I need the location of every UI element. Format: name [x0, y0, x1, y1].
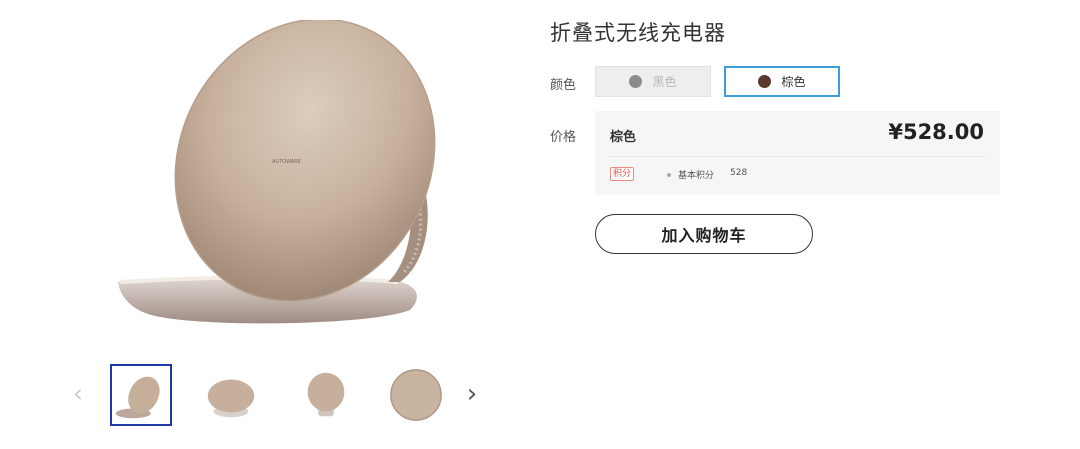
- pad-brand-text: AUTOWARE: [272, 159, 301, 165]
- price-panel: 棕色 ¥528.00 积分 基本积分 528: [595, 111, 1000, 195]
- divider: [610, 156, 985, 157]
- thumbnail-3[interactable]: [295, 364, 357, 426]
- price-value: ¥528.00: [888, 120, 984, 144]
- thumbnail-image: [115, 376, 160, 419]
- points-badge: 积分: [610, 167, 635, 181]
- color-label: 颜色: [550, 78, 577, 93]
- product-gallery: AUTOWARE ‹ ›: [0, 0, 540, 449]
- points-text: 基本积分: [678, 171, 715, 181]
- color-option-label: 黑色: [652, 75, 677, 89]
- chevron-right-icon[interactable]: ›: [460, 380, 484, 410]
- bullet-icon: [667, 173, 671, 177]
- chevron-left-icon[interactable]: ‹: [66, 380, 90, 410]
- brown-swatch-icon: [758, 75, 772, 88]
- add-to-cart-button[interactable]: 加入购物车: [595, 214, 813, 254]
- thumbnail-1[interactable]: [110, 364, 172, 426]
- main-product-image: AUTOWARE: [100, 18, 460, 340]
- thumbnail-image: [207, 379, 255, 418]
- black-swatch-icon: [629, 75, 643, 88]
- color-option-black[interactable]: 黑色: [595, 66, 711, 97]
- thumbnail-2[interactable]: [200, 364, 262, 426]
- thumbnail-strip: ‹ ›: [60, 362, 500, 428]
- color-option-label: 棕色: [781, 75, 806, 89]
- product-info: 折叠式无线充电器 颜色 黑色 棕色 价格 棕色 ¥528.00 积分 基本积分 …: [550, 0, 1080, 449]
- thumbnail-image: [390, 369, 442, 421]
- product-title: 折叠式无线充电器: [550, 21, 726, 45]
- points-value: 528: [730, 168, 748, 178]
- thumbnail-image: [307, 372, 345, 417]
- thumbnail-4[interactable]: [385, 364, 447, 426]
- price-label: 价格: [550, 130, 577, 145]
- color-option-brown[interactable]: 棕色: [724, 66, 840, 97]
- selected-variant: 棕色: [610, 130, 637, 145]
